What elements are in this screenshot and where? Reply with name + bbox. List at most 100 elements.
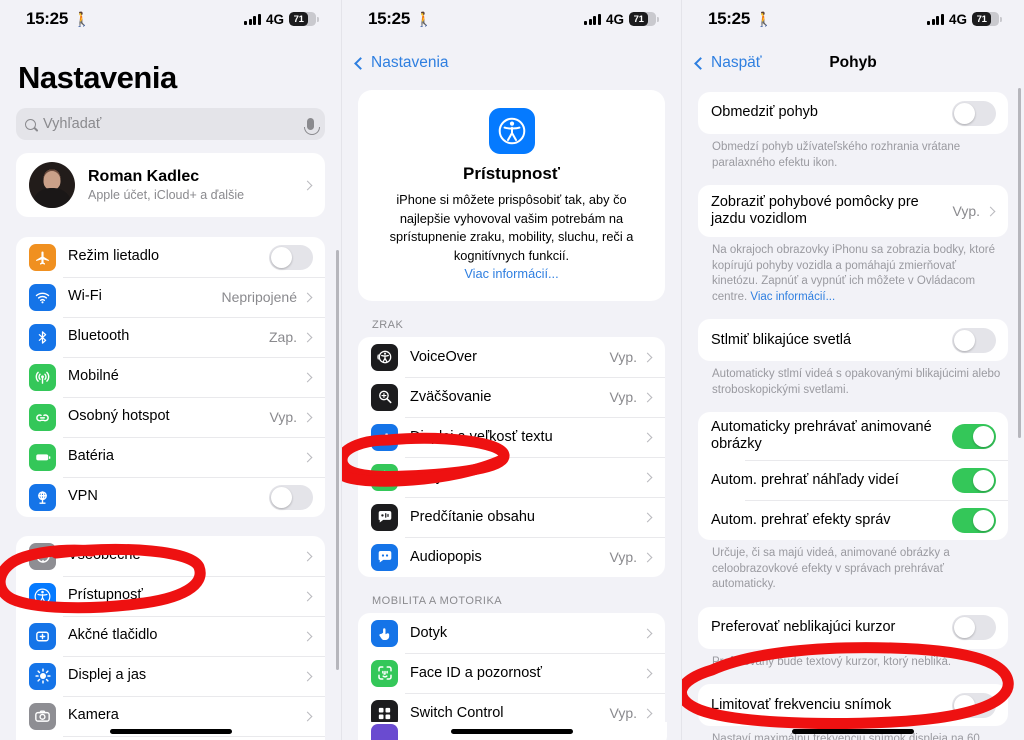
toggle-switch[interactable] — [952, 423, 996, 449]
row-automaticky-prehr-va-animovan-obr-zky[interactable]: Automaticky prehrávať animované obrázky — [698, 412, 1008, 460]
row-label: Automaticky prehrávať animované obrázky — [711, 419, 932, 453]
chevron-right-icon — [642, 552, 653, 563]
vehicle-motion-cues-card: Zobraziť pohybové pomôcky pre jazdu vozi… — [698, 185, 1008, 238]
reduce-motion-toggle[interactable] — [952, 100, 996, 126]
row-autom-prehra-efekty-spr-v[interactable]: Autom. prehrať efekty správ — [698, 500, 1008, 540]
non-blinking-cursor-toggle[interactable] — [952, 615, 996, 641]
reduce-motion-footnote: Obmedzí pohyb užívateľského rozhrania vr… — [712, 141, 961, 169]
row-label: Pohyb — [410, 468, 452, 485]
dim-flashing-lights-card: Stlmiť blikajúce svetlá — [698, 319, 1008, 362]
dim-flashing-lights-row[interactable]: Stlmiť blikajúce svetlá — [698, 319, 1008, 361]
status-bar: 15:25 🚶 4G 71 — [0, 0, 341, 38]
section-header-mobility: MOBILITA A MOTORIKA — [372, 595, 503, 608]
row-audiopopis[interactable]: Audiopopis Vyp. — [358, 537, 665, 577]
row-re-im-lietadlo[interactable]: Režim lietadlo — [16, 237, 325, 277]
row-label: VPN — [68, 488, 98, 505]
status-bar: 15:25 🚶 4G 71 — [682, 0, 1024, 38]
chevron-right-icon — [302, 671, 313, 681]
dim-flashing-lights-toggle[interactable] — [952, 327, 996, 353]
row-displej-a-ve-kos-textu[interactable]: A A Displej a veľkosť textu — [358, 417, 665, 457]
zoom-magnifier-icon — [371, 383, 398, 411]
wifi-icon — [29, 283, 56, 311]
row-value: Vyp. — [609, 389, 638, 406]
non-blinking-cursor-row[interactable]: Preferovať neblikajúci kurzor — [698, 607, 1008, 649]
touch-hand-icon — [371, 619, 398, 647]
location-arrow-icon: 🚶 — [754, 10, 773, 27]
row-dotyk[interactable]: Dotyk — [358, 613, 665, 653]
row-v-eobecn[interactable]: Všeobecné — [16, 536, 325, 576]
home-indicator — [450, 729, 573, 734]
toggle-switch[interactable] — [952, 507, 996, 533]
row-displej-a-jas[interactable]: Displej a jas — [16, 656, 325, 696]
search-placeholder: Vyhľadať — [43, 116, 102, 132]
gear-icon — [29, 542, 56, 570]
row-label: Autom. prehrať efekty správ — [711, 511, 891, 528]
row-pohyb[interactable]: Pohyb — [358, 457, 665, 497]
limit-frame-rate-row[interactable]: Limitovať frekvenciu snímok — [698, 684, 1008, 726]
row-face-id-a-pozornos[interactable]: Face ID a pozornosť — [358, 653, 665, 693]
hero-more-info-link[interactable]: Viac informácií... — [374, 266, 649, 281]
toggle-switch[interactable] — [269, 244, 313, 270]
scrollbar[interactable] — [336, 250, 339, 670]
avatar — [29, 162, 75, 208]
chevron-right-icon — [302, 180, 313, 190]
scrollbar[interactable] — [1018, 88, 1021, 438]
toggle-switch[interactable] — [952, 467, 996, 493]
row-label: Všeobecné — [68, 547, 141, 564]
row-label: Prístupnosť — [68, 587, 143, 604]
vehicle-motion-cues-more-link[interactable]: Viac informácií... — [750, 291, 835, 303]
cellular-signal-icon — [584, 13, 601, 25]
row-label: Autom. prehrať náhľady videí — [711, 471, 899, 488]
non-blinking-cursor-footnote: Preferovaný bude textový kurzor, ktorý n… — [712, 655, 952, 668]
cellular-signal-icon — [244, 13, 261, 25]
battery-percent-label: 71 — [976, 13, 987, 25]
row-osobn-hotspot[interactable]: Osobný hotspot Vyp. — [16, 397, 325, 437]
back-button-label: Naspäť — [711, 54, 762, 71]
account-card[interactable]: Roman Kadlec Apple účet, iCloud+ a ďalši… — [16, 153, 325, 217]
home-indicator — [109, 729, 232, 734]
row-bluetooth[interactable]: Bluetooth Zap. — [16, 317, 325, 357]
row-pr-stupnos[interactable]: Prístupnosť — [16, 576, 325, 616]
vehicle-motion-cues-row[interactable]: Zobraziť pohybové pomôcky pre jazdu vozi… — [698, 185, 1008, 237]
brightness-icon — [29, 662, 56, 690]
text-size-icon: AA — [371, 423, 398, 451]
status-time: 15:25 — [368, 9, 410, 28]
battery-icon: 71 — [289, 12, 319, 26]
limit-frame-rate-card: Limitovať frekvenciu snímok — [698, 684, 1008, 727]
non-blinking-cursor-label: Preferovať neblikajúci kurzor — [711, 619, 896, 636]
row-zv-ovanie[interactable]: Zväčšovanie Vyp. — [358, 377, 665, 417]
row-pred-tanie-obsahu[interactable]: Predčítanie obsahu — [358, 497, 665, 537]
home-indicator — [792, 729, 914, 734]
audio-description-icon — [371, 543, 398, 571]
row-ak-n-tla-idlo[interactable]: Akčné tlačidlo — [16, 616, 325, 656]
row-mobiln[interactable]: Mobilné — [16, 357, 325, 397]
limit-frame-rate-toggle[interactable] — [952, 692, 996, 718]
row-autom-prehra-n-h-ady-vide[interactable]: Autom. prehrať náhľady videí — [698, 460, 1008, 500]
hero-body: iPhone si môžete prispôsobiť tak, aby čo… — [389, 192, 634, 263]
reduce-motion-row[interactable]: Obmedziť pohyb — [698, 92, 1008, 134]
account-name: Roman Kadlec — [88, 168, 200, 185]
connectivity-group: Režim lietadlo Wi-Fi Nepripojené Bluetooth Z… — [16, 237, 325, 517]
cellular-antenna-icon — [29, 363, 56, 391]
chevron-right-icon — [985, 206, 996, 216]
row-bat-ria[interactable]: Batéria — [16, 437, 325, 477]
screen-motion: 15:25 🚶 4G 71 Naspäť Pohyb Obmedziť pohy… — [682, 0, 1024, 740]
status-time: 15:25 — [708, 9, 750, 28]
back-button[interactable]: Nastavenia — [354, 54, 449, 72]
row-vpn[interactable]: VPN — [16, 477, 325, 517]
status-bar-right: 4G 71 — [927, 12, 1002, 27]
screen-accessibility: 15:25 🚶 4G 71 Nastavenia Prístupnosť iPh… — [341, 0, 682, 740]
back-button[interactable]: Naspäť — [694, 54, 762, 72]
toggle-switch[interactable] — [269, 484, 313, 510]
account-row[interactable]: Roman Kadlec Apple účet, iCloud+ a ďalši… — [16, 153, 325, 217]
row-ovl-dacie-centrum[interactable]: Ovládacie centrum — [16, 736, 325, 740]
chevron-right-icon — [302, 332, 313, 342]
status-time: 15:25 — [26, 9, 68, 28]
search-input[interactable]: Vyhľadať — [16, 108, 325, 140]
row-voiceover[interactable]: VoiceOver Vyp. — [358, 337, 665, 377]
location-arrow-icon: 🚶 — [72, 10, 91, 27]
system-group: Všeobecné Prístupnosť Akčné tlačidlo Disple… — [16, 536, 325, 740]
microphone-icon[interactable] — [303, 118, 320, 135]
row-wi-fi[interactable]: Wi-Fi Nepripojené — [16, 277, 325, 317]
row-value: Vyp. — [609, 549, 638, 566]
